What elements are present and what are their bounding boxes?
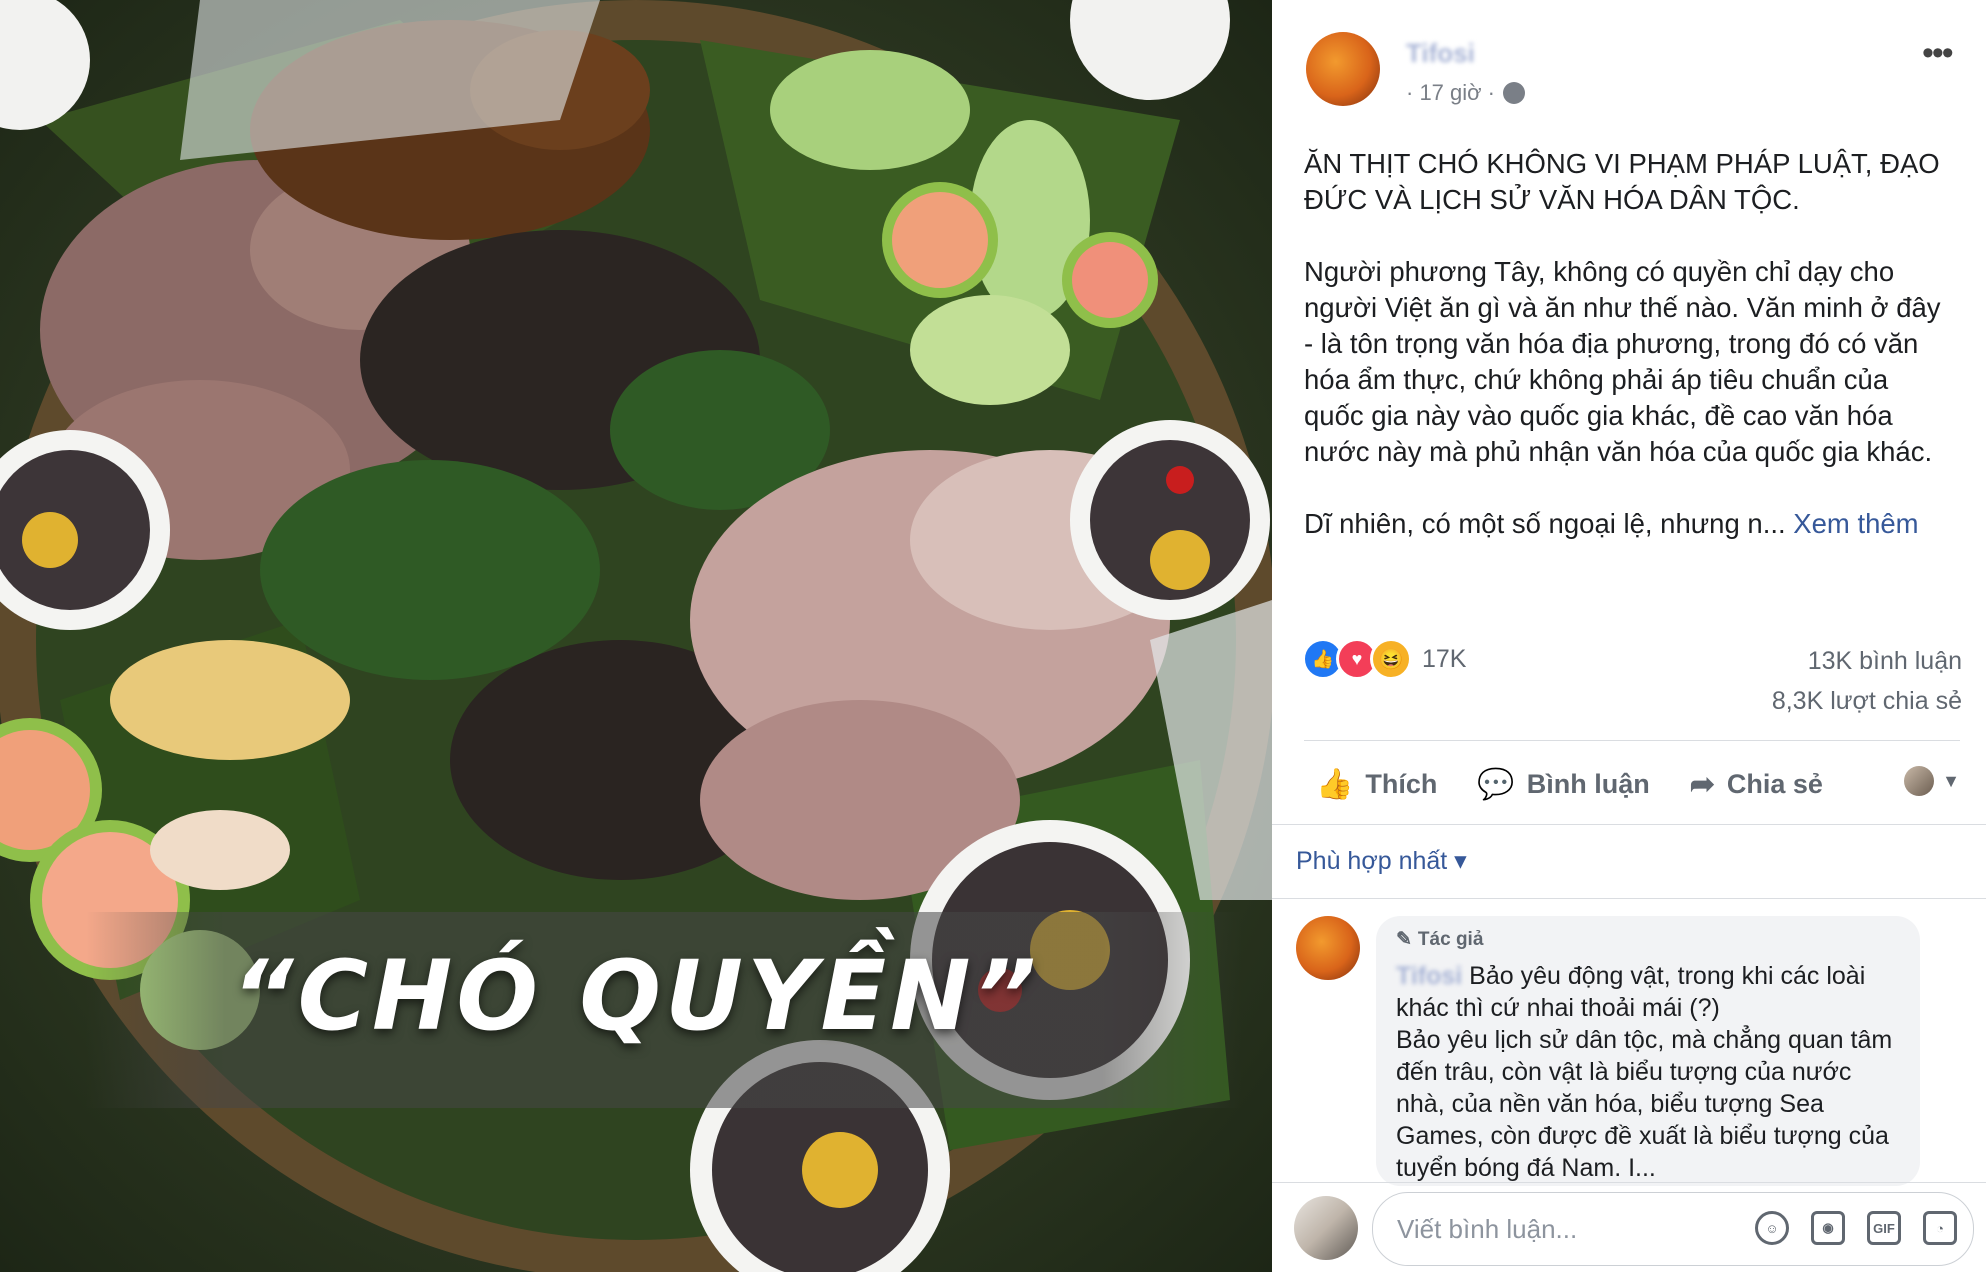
author-avatar[interactable] [1306,32,1380,106]
emoji-icon[interactable]: ☺ [1755,1211,1789,1245]
comment-input-box[interactable]: ☺ ◉ GIF ◔ [1372,1192,1974,1266]
comment-sort-dropdown[interactable]: Phù hợp nhất ▾ [1296,846,1467,876]
post-truncated-text: Dĩ nhiên, có một số ngoại lệ, nhưng n... [1304,508,1786,539]
more-options-icon[interactable]: ••• [1922,34,1954,73]
post-panel: Tifosi · 17 giờ · ••• ĂN THỊT CHÓ KHÔNG … [1272,0,1986,1272]
see-more-link[interactable]: Xem thêm [1793,508,1918,539]
post-time[interactable]: · 17 giờ · [1406,80,1495,106]
comment-label: Bình luận [1526,768,1650,799]
current-user-avatar [1294,1196,1358,1260]
like-label: Thích [1365,768,1438,799]
divider [1272,824,1986,825]
globe-icon [1503,82,1526,104]
comments-count[interactable]: 13K bình luận [1808,647,1962,676]
post-as-selector[interactable]: ▼ [1904,766,1960,796]
like-button[interactable]: 👍 Thích [1316,767,1437,802]
sticker-icon[interactable]: ◔ [1923,1211,1957,1245]
divider [1272,898,1986,899]
haha-icon: 😆 [1370,638,1412,680]
comment-text-first-line: Bảo yêu động vật, trong khi các loài [1462,962,1866,990]
pencil-icon: ✎ [1396,929,1412,950]
author-badge-label: Tác giả [1417,928,1484,950]
reaction-count: 17K [1422,644,1467,673]
photo-caption: “CHÓ QUYỀN” [231,940,1041,1052]
post-paragraph-last: Dĩ nhiên, có một số ngoại lệ, nhưng n...… [1304,506,1954,542]
reaction-summary[interactable]: 👍 ♥ 😆 17K [1302,638,1466,680]
thumbs-up-icon: 👍 [1316,767,1354,801]
action-bar: 👍 Thích 💬 Bình luận ➦ Chia sẻ ▼ [1304,752,1960,816]
gif-icon[interactable]: GIF [1867,1211,1901,1245]
post-text: ĂN THỊT CHÓ KHÔNG VI PHẠM PHÁP LUẬT, ĐẠO… [1304,146,1954,578]
post-paragraph: ĂN THỊT CHÓ KHÔNG VI PHẠM PHÁP LUẬT, ĐẠO… [1304,148,1940,215]
comment-button[interactable]: 💬 Bình luận [1477,767,1649,802]
avatar [1904,766,1935,796]
share-label: Chia sẻ [1726,768,1823,799]
comment-input-tools: ☺ ◉ GIF ◔ [1755,1211,1957,1245]
post-paragraph: Người phương Tây, không có quyền chỉ dạy… [1304,256,1941,467]
comment-text-rest: khác thì cứ nhai thoải mái (?) Bảo yêu l… [1396,994,1893,1182]
share-arrow-icon: ➦ [1689,767,1715,801]
share-button[interactable]: ➦ Chia sẻ [1690,767,1823,802]
commenter-avatar[interactable] [1296,916,1360,980]
screen: “CHÓ QUYỀN” Tifosi · 17 giờ · ••• ĂN THỊ… [0,0,1986,1272]
author-name[interactable]: Tifosi [1406,38,1475,69]
comment-input[interactable] [1395,1193,1729,1265]
post-photo[interactable]: “CHÓ QUYỀN” [0,0,1272,1272]
comment-text: Tifosi Bảo yêu động vật, trong khi các l… [1396,960,1906,1184]
divider [1272,1182,1986,1183]
chevron-down-icon: ▼ [1942,770,1960,791]
shares-count[interactable]: 8,3K lượt chia sẻ [1772,687,1962,716]
post-meta: · 17 giờ · [1406,80,1526,106]
divider [1304,740,1960,741]
comment-bubble-icon: 💬 [1477,767,1515,801]
comment-bubble: ✎ Tác giả Tifosi Bảo yêu động vật, trong… [1376,916,1920,1186]
camera-icon[interactable]: ◉ [1811,1211,1845,1245]
commenter-name[interactable]: Tifosi [1396,962,1462,990]
author-badge: ✎ Tác giả [1396,928,1483,951]
